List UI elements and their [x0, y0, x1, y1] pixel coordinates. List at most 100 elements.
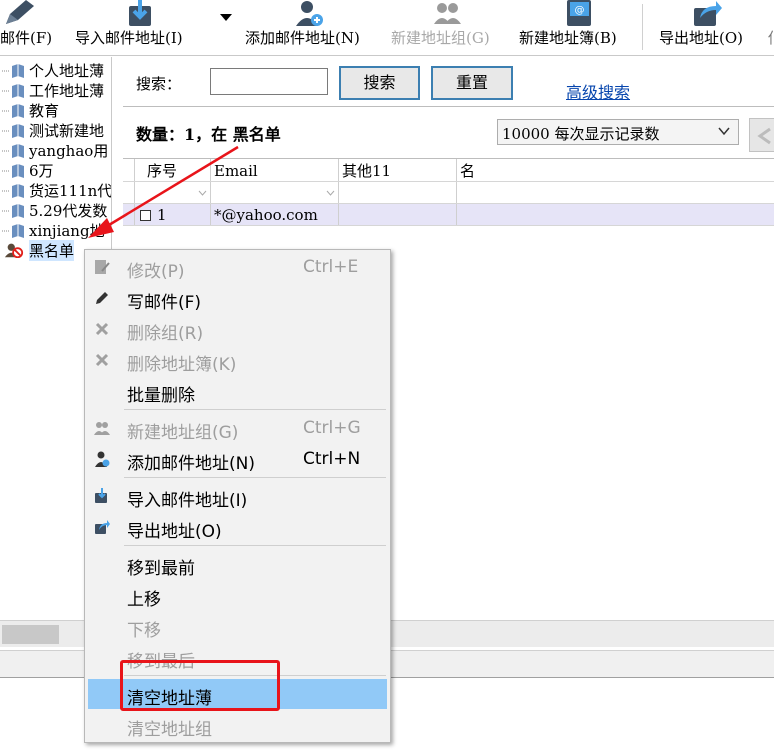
menu-item-new-group[interactable]: 新建地址组(G) Ctrl+G [88, 413, 387, 443]
filter-cell[interactable] [211, 182, 339, 203]
index-cell: 1 [135, 204, 211, 225]
menu-separator [124, 409, 386, 410]
address-book-icon: @ [567, 0, 591, 26]
tree-item-label: xinjiang地 [29, 222, 105, 240]
toolbar-new-group-button[interactable]: 新建地址组(G) [388, 0, 510, 56]
toolbar-write-mail-button[interactable]: 邮件(F) [0, 0, 62, 56]
tree-item-label: 5.29代发数 [29, 202, 108, 220]
export-icon [95, 520, 110, 534]
tree-item-label: 6万 [29, 162, 54, 180]
export-icon [694, 1, 722, 26]
menu-item-label: 删除地址簿(K) [127, 355, 237, 375]
menu-item-shortcut: Ctrl+G [303, 418, 361, 438]
toolbar-label: 佢 [768, 27, 774, 48]
toolbar-export-button[interactable]: 导出地址(O) [656, 0, 758, 56]
row-checkbox[interactable] [140, 210, 151, 221]
table-row[interactable]: 1 *@yahoo.com [123, 204, 774, 226]
toolbar-label: 邮件(F) [0, 29, 53, 47]
book-icon [2, 84, 24, 98]
email-cell: *@yahoo.com [211, 204, 339, 225]
search-input[interactable] [210, 68, 328, 95]
menu-separator [124, 545, 386, 546]
menu-item-label: 移到最前 [127, 559, 195, 579]
menu-item-export[interactable]: 导出地址(O) [88, 512, 387, 542]
tree-item-label: yanghao用 [29, 142, 109, 160]
import-icon [95, 488, 107, 503]
arrow-left-icon [757, 127, 771, 145]
menu-item-batch-delete[interactable]: 批量删除 [88, 376, 387, 406]
add-user-icon [95, 451, 110, 467]
menu-item-label: 删除组(R) [127, 324, 204, 344]
column-header[interactable]: 序号 [135, 159, 211, 181]
menu-item-shortcut: Ctrl+E [303, 257, 359, 277]
filter-row [123, 182, 774, 204]
toolbar-label: 新建地址组(G) [391, 29, 490, 47]
book-icon [2, 144, 24, 158]
menu-item-delete-group[interactable]: 删除组(R) [88, 314, 387, 344]
toolbar-import-button[interactable]: 导入邮件地址(I) [72, 0, 212, 56]
column-header[interactable]: Email [211, 159, 339, 181]
toolbar: 邮件(F) 导入邮件地址(I) 添加邮件地址(N) 新建地址组(G) @ 新建地… [0, 0, 774, 56]
menu-item-move-first[interactable]: 移到最前 [88, 549, 387, 579]
toolbar-label: 添加邮件地址(N) [245, 29, 360, 47]
filter-cell[interactable] [135, 182, 211, 203]
menu-item-edit[interactable]: 修改(P) Ctrl+E [88, 252, 387, 282]
toolbar-label: 新建地址簿(B) [519, 29, 617, 47]
toolbar-separator [642, 4, 643, 50]
menu-item-write-mail[interactable]: 写邮件(F) [88, 283, 387, 313]
menu-item-delete-book[interactable]: 删除地址簿(K) [88, 345, 387, 375]
chevron-down-icon [198, 190, 207, 196]
toolbar-dropdown-button[interactable] [216, 0, 238, 56]
table-header: 序号 Email 其他11 名 [123, 158, 774, 182]
filter-cell[interactable] [339, 182, 457, 203]
menu-item-move-down[interactable]: 下移 [88, 611, 387, 641]
book-icon [2, 104, 24, 118]
toolbar-add-address-button[interactable]: 添加邮件地址(N) [242, 0, 382, 56]
delete-icon [95, 322, 109, 336]
toolbar-new-book-button[interactable]: @ 新建地址簿(B) [516, 0, 636, 56]
import-icon [129, 0, 151, 26]
menu-item-clear-group[interactable]: 清空地址组 [88, 710, 387, 740]
menu-item-label: 导入邮件地址(I) [127, 491, 248, 511]
edit-icon [95, 260, 110, 274]
book-icon [2, 164, 24, 178]
pencil-icon [96, 292, 108, 304]
prev-page-button[interactable] [749, 118, 774, 152]
record-count: 数量：1，在 黑名单 [136, 125, 281, 144]
advanced-search-link[interactable]: 高级搜索 [566, 79, 630, 103]
menu-item-label: 添加邮件地址(N) [127, 454, 255, 474]
filter-cell[interactable] [457, 182, 774, 203]
column-header[interactable]: 其他11 [339, 159, 457, 181]
page-size-select[interactable]: 10000 每次显示记录数 [497, 119, 739, 145]
page-size-value: 10000 每次显示记录数 [502, 125, 660, 143]
row-index: 1 [157, 206, 167, 224]
menu-item-label: 写邮件(F) [127, 293, 202, 313]
tree-item-label: 教育 [29, 102, 60, 120]
scrollbar-thumb[interactable] [2, 625, 59, 644]
toolbar-more-button[interactable]: 佢 [762, 0, 774, 56]
toolbar-label: 导出地址(O) [659, 29, 744, 47]
add-user-icon [296, 1, 323, 26]
search-label: 搜索： [136, 75, 182, 93]
group-icon [94, 422, 110, 435]
menu-item-move-up[interactable]: 上移 [88, 580, 387, 610]
chevron-down-icon [326, 190, 335, 196]
menu-item-import[interactable]: 导入邮件地址(I) [88, 481, 387, 511]
pencil-icon [6, 0, 34, 24]
menu-separator [124, 477, 386, 478]
other-cell [339, 204, 457, 225]
tree-item-label: 货运111n代 [29, 182, 112, 200]
reset-button[interactable]: 重置 [431, 66, 513, 100]
tree-item-label: 黑名单 [29, 240, 75, 261]
row-header-cell [123, 159, 135, 181]
column-header[interactable]: 名 [457, 159, 774, 181]
book-icon [2, 124, 24, 138]
menu-item-shortcut: Ctrl+N [303, 449, 361, 469]
menu-item-add-address[interactable]: 添加邮件地址(N) Ctrl+N [88, 444, 387, 474]
search-button[interactable]: 搜索 [339, 66, 420, 100]
tree-item-label: 测试新建地 [29, 122, 105, 140]
menu-item-label: 导出地址(O) [127, 522, 222, 542]
chevron-down-icon [718, 127, 730, 136]
chevron-down-icon [220, 14, 232, 21]
book-icon [2, 184, 24, 198]
